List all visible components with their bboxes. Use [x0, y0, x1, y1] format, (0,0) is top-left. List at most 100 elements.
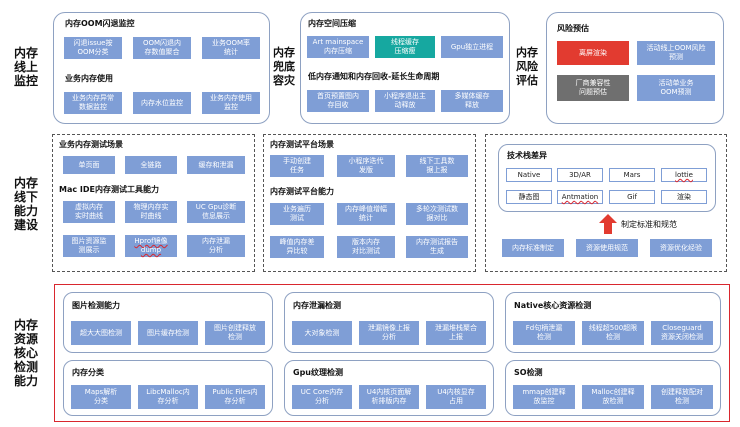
- gpu-process-button[interactable]: Gpu独立进程: [441, 36, 503, 58]
- leak-image-report-button[interactable]: 泄漏镜像上报 分析: [359, 321, 419, 345]
- test-scene-title: 业务内存测试场景: [59, 140, 123, 149]
- large-object-button[interactable]: 大对象检测: [292, 321, 352, 345]
- online-oom-risk-button[interactable]: 活动线上OOM风险 预测: [637, 41, 715, 65]
- memory-standard-button[interactable]: 内存标准制定: [502, 239, 564, 257]
- pair-detect-button[interactable]: 创建释放配对 检测: [651, 385, 713, 409]
- image-create-release-button[interactable]: 图片创建释放 检测: [205, 321, 265, 345]
- malloc-detect-button[interactable]: Malloc创建释 放检测: [582, 385, 644, 409]
- row-label-detection: 内存 资源 核心 检测 能力: [13, 318, 38, 388]
- leak-detection-title: 内存泄漏检测: [293, 301, 341, 310]
- uc-core-button[interactable]: UC Core内存 分析: [292, 385, 352, 409]
- traverse-test-button[interactable]: 业务遍历 测试: [270, 203, 324, 225]
- up-arrow-icon: [599, 214, 617, 234]
- chip-native[interactable]: Native: [506, 168, 552, 182]
- multi-round-compare-button[interactable]: 多轮次测试数 据对比: [406, 203, 468, 225]
- peak-growth-button[interactable]: 内存峰值增幅 统计: [337, 203, 395, 225]
- chip-lottie[interactable]: lottie: [661, 168, 707, 182]
- test-report-button[interactable]: 内存测试报告 生成: [406, 236, 468, 258]
- memory-classify-panel: 内存分类 Maps解析 分类 LibcMalloc内 存分析 Public Fi…: [63, 360, 273, 416]
- platform-capability-title: 内存测试平台能力: [270, 187, 334, 196]
- oom-monitor-title: 内存OOM闪退监控: [65, 19, 135, 28]
- offscreen-render-button[interactable]: 离屏渲染: [557, 41, 629, 65]
- memory-classify-title: 内存分类: [72, 368, 104, 377]
- art-mainspace-button[interactable]: Art mainspace 内存压缩: [307, 36, 369, 58]
- chip-animation[interactable]: Antmation: [557, 190, 603, 204]
- chip-animation-label: Antmation: [561, 193, 599, 201]
- tech-diff-title: 技术栈差异: [507, 151, 547, 160]
- hprof-dump-button[interactable]: Hprof镜像 dump: [125, 235, 177, 257]
- business-memory-title: 业务内存使用: [65, 74, 113, 83]
- oom-rate-stat-button[interactable]: 业务OOM率 统计: [202, 37, 260, 59]
- native-detection-panel: Native核心资源检测 Fd句柄泄漏 检测 线程超500超限 检测 Close…: [505, 292, 721, 353]
- libc-malloc-button[interactable]: LibcMalloc内 存分析: [138, 385, 198, 409]
- miniapp-release-button[interactable]: 小程序退出主 动释放: [375, 90, 435, 112]
- so-detection-panel: SO检测 mmap创建释 放监控 Malloc创建释 放检测 创建释放配对 检测: [505, 360, 721, 416]
- memory-watermark-button[interactable]: 内存水位监控: [133, 92, 191, 114]
- peak-diff-button[interactable]: 峰值内存差 异比较: [270, 236, 324, 258]
- cache-leak-button[interactable]: 缓存和泄漏: [187, 156, 245, 174]
- tech-stack-panel: 技术栈差异 Native 3D/AR Mars lottie 静态图 Antma…: [485, 134, 727, 272]
- tech-diff-box: 技术栈差异 Native 3D/AR Mars lottie 静态图 Antma…: [498, 144, 716, 212]
- test-scene-panel: 业务内存测试场景 单页面 全链路 缓存和泄漏 Mac IDE内存测试工具能力 虚…: [52, 134, 255, 272]
- thread-limit-button[interactable]: 线程超500超限 检测: [582, 321, 644, 345]
- oom-monitor-panel: 内存OOM闪退监控 闪退issue按 OOM分类 OOM闪退内 存数值聚合 业务…: [53, 12, 270, 124]
- native-detection-title: Native核心资源检测: [514, 301, 592, 310]
- resource-optimize-button[interactable]: 资源优化经验: [650, 239, 712, 257]
- image-detection-panel: 图片检测能力 超大大图检测 图片缓存检测 图片创建释放 检测: [63, 292, 273, 353]
- chip-lottie-label: lottie: [675, 171, 693, 179]
- physical-memory-curve-button[interactable]: 物理内存实 时曲线: [125, 201, 177, 223]
- leak-stack-aggregate-button[interactable]: 泄漏堆栈聚合 上报: [426, 321, 486, 345]
- chip-mars[interactable]: Mars: [609, 168, 655, 182]
- mac-ide-title: Mac IDE内存测试工具能力: [59, 185, 159, 194]
- u4-vram-button[interactable]: U4内核显存 占用: [426, 385, 486, 409]
- home-image-recycle-button[interactable]: 首页预置图内 存回收: [307, 90, 369, 112]
- row-label-risk: 内存 风险 评估: [516, 46, 538, 87]
- gpu-texture-title: Gpu纹理检测: [293, 368, 343, 377]
- standards-label: 制定标准和规范: [621, 220, 677, 229]
- image-cache-button[interactable]: 图片缓存检测: [138, 321, 198, 345]
- chip-3dar[interactable]: 3D/AR: [557, 168, 603, 182]
- fd-leak-button[interactable]: Fd句柄泄漏 检测: [513, 321, 575, 345]
- vendor-compat-button[interactable]: 厂商兼容性 问题预估: [557, 75, 629, 101]
- resource-usage-spec-button[interactable]: 资源使用规范: [576, 239, 638, 257]
- so-detection-title: SO检测: [514, 368, 543, 377]
- thread-cache-compress-button[interactable]: 线程缓存 压缩瘦: [375, 36, 435, 58]
- memory-compress-title: 内存空间压缩: [308, 19, 356, 28]
- public-files-button[interactable]: Public Files内 存分析: [205, 385, 265, 409]
- risk-panel: 风险预估 离屏渲染 活动线上OOM风险 预测 厂商兼容性 问题预估 活动单业务 …: [546, 12, 724, 124]
- uc-gpu-diag-button[interactable]: UC Gpu诊断 信息展示: [187, 201, 245, 223]
- oom-value-aggregate-button[interactable]: OOM闪退内 存数值聚合: [133, 37, 191, 59]
- row-label-offline: 内存 线下 能力 建设: [13, 176, 38, 232]
- chip-static-image[interactable]: 静态图: [506, 190, 552, 204]
- chip-gif[interactable]: Gif: [609, 190, 655, 204]
- manual-task-button[interactable]: 手动创建 任务: [270, 155, 324, 177]
- gpu-texture-panel: Gpu纹理检测 UC Core内存 分析 U4内核页面解 析排版内存 U4内核显…: [284, 360, 494, 416]
- memory-usage-monitor-button[interactable]: 业务内存使用 监控: [202, 92, 260, 114]
- test-platform-panel: 内存测试平台场景 手动创建 任务 小程序迭代 发版 线下工具数 据上报 内存测试…: [263, 134, 476, 272]
- memory-leak-analysis-button[interactable]: 内存泄漏 分析: [187, 235, 245, 257]
- platform-scene-title: 内存测试平台场景: [270, 140, 334, 149]
- maps-parse-button[interactable]: Maps解析 分类: [71, 385, 131, 409]
- u4-page-layout-button[interactable]: U4内核页面解 析排版内存: [359, 385, 419, 409]
- version-compare-button[interactable]: 版本内存 对比测试: [337, 236, 395, 258]
- mmap-monitor-button[interactable]: mmap创建释 放监控: [513, 385, 575, 409]
- row-label-fallback: 内存 兜底 容灾: [273, 46, 295, 87]
- oom-issue-classify-button[interactable]: 闪退issue按 OOM分类: [64, 37, 122, 59]
- low-memory-title: 低内存通知和内存回收-延长生命周期: [308, 72, 440, 81]
- risk-title: 风险预估: [557, 24, 589, 33]
- offline-tool-report-button[interactable]: 线下工具数 据上报: [406, 155, 468, 177]
- chip-render[interactable]: 渲染: [661, 190, 707, 204]
- image-resource-monitor-button[interactable]: 图片资源监 测展示: [63, 235, 115, 257]
- full-link-button[interactable]: 全链路: [125, 156, 177, 174]
- single-page-button[interactable]: 单页面: [63, 156, 115, 174]
- closeguard-button[interactable]: Closeguard 资源关闭检测: [651, 321, 713, 345]
- memory-anomaly-monitor-button[interactable]: 业务内存异常 数据监控: [64, 92, 122, 114]
- leak-detection-panel: 内存泄漏检测 大对象检测 泄漏镜像上报 分析 泄漏堆栈聚合 上报: [284, 292, 494, 353]
- virtual-memory-curve-button[interactable]: 虚拟内存 实时曲线: [63, 201, 115, 223]
- media-cache-release-button[interactable]: 多媒体缓存 释放: [441, 90, 503, 112]
- fallback-panel: 内存空间压缩 Art mainspace 内存压缩 线程缓存 压缩瘦 Gpu独立…: [300, 12, 510, 124]
- oversized-image-button[interactable]: 超大大图检测: [71, 321, 131, 345]
- miniapp-iteration-button[interactable]: 小程序迭代 发版: [337, 155, 395, 177]
- hprof-dump-label: Hprof镜像 dump: [134, 237, 168, 254]
- business-oom-predict-button[interactable]: 活动单业务 OOM预测: [637, 75, 715, 101]
